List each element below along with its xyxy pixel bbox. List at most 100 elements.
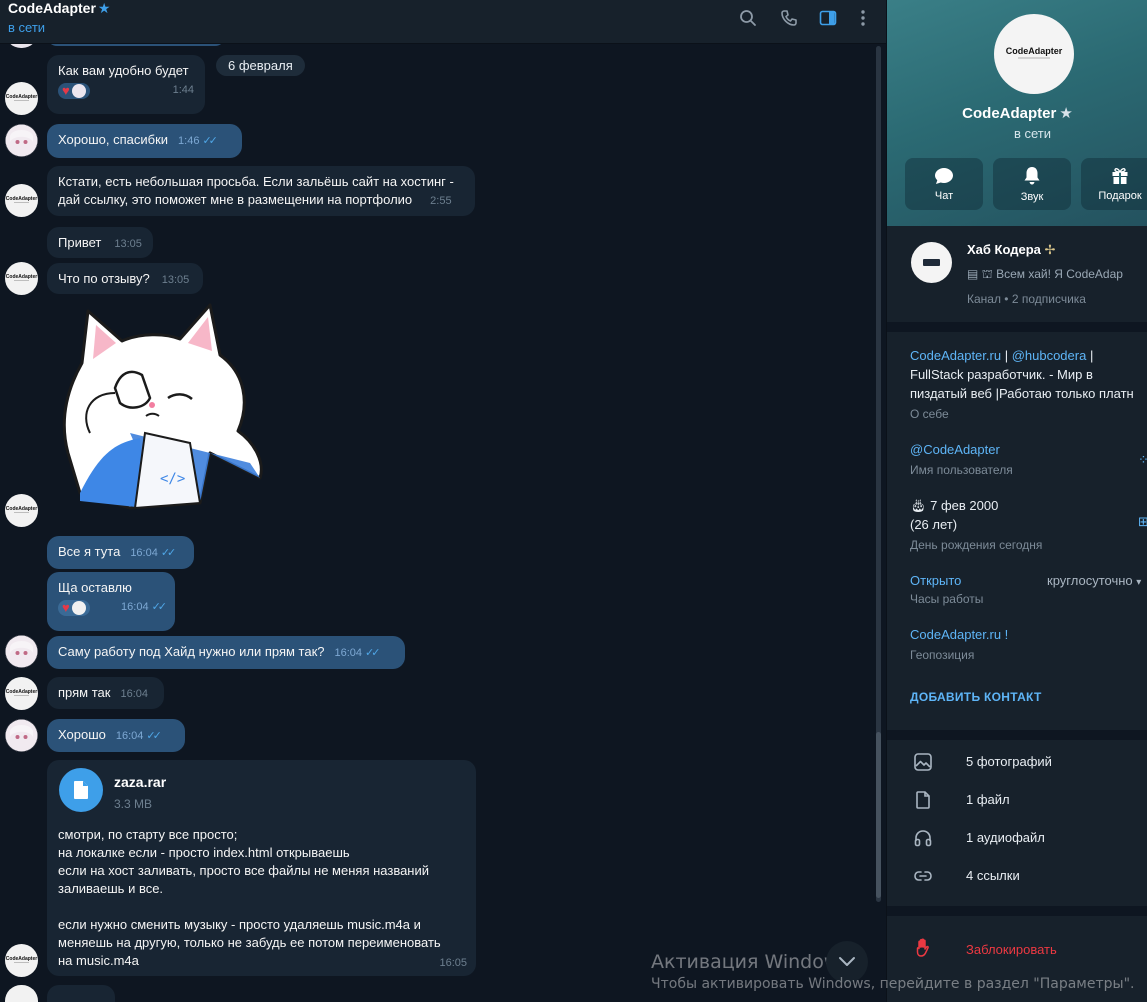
gift-button[interactable]: Подарок: [1081, 158, 1147, 210]
avatar[interactable]: CodeAdapter: [5, 494, 38, 527]
qr-code-icon[interactable]: ⁘: [1138, 452, 1147, 468]
avatar[interactable]: [5, 985, 38, 1002]
message-bubble[interactable]: Привет 13:05: [47, 227, 153, 258]
sidebar-toggle-icon[interactable]: [817, 7, 839, 29]
message-time: 16:04: [130, 547, 158, 559]
premium-star-icon: ★: [97, 0, 111, 16]
avatar[interactable]: CodeAdapter: [5, 677, 38, 710]
sticker-white-cat[interactable]: </>: [60, 303, 265, 518]
chat-button[interactable]: Чат: [905, 158, 983, 210]
message-text: прям так: [58, 685, 111, 700]
message-bubble[interactable]: Хорошо, спасибки 1:46 ✓✓: [47, 124, 242, 158]
phone-icon[interactable]: [778, 7, 800, 29]
message-bubble[interactable]: Ща оставлю ♥ 16:04 ✓✓: [47, 572, 175, 631]
avatar[interactable]: CodeAdapter: [5, 82, 38, 115]
media-files-label: 1 файл: [966, 792, 1010, 807]
message-bubble[interactable]: прям так 16:04: [47, 677, 164, 709]
avatar[interactable]: CodeAdapter: [5, 944, 38, 977]
avatar: [71, 601, 86, 615]
lock-icon: ⛫: [981, 267, 993, 281]
birthday-date: 7 фев 2000: [930, 498, 999, 513]
read-checkmarks-icon: ✓✓: [151, 601, 168, 613]
message-bubble[interactable]: Что по отзыву? 13:05: [47, 263, 203, 294]
block-user-button[interactable]: Заблокировать: [887, 930, 1147, 970]
about-line: пиздатый веб |Работаю только платн: [910, 386, 1134, 401]
media-photos-label: 5 фотографий: [966, 754, 1052, 769]
birthday-label: День рождения сегодня: [910, 538, 1043, 552]
sound-button[interactable]: Звук: [993, 158, 1071, 210]
about-link-channel[interactable]: @hubcodera: [1012, 348, 1087, 363]
chat-title[interactable]: CodeAdapter ★: [8, 0, 110, 16]
file-icon: [916, 791, 930, 809]
cake-icon: 🎂︎: [910, 498, 927, 513]
location-value[interactable]: CodeAdapter.ru !: [910, 625, 1008, 644]
message-text: смотри, по старту все просто; на локалке…: [58, 826, 441, 970]
message-time: 16:04: [120, 688, 148, 700]
about-text: CodeAdapter.ru | @hubcodera | FullStack …: [910, 346, 1134, 403]
location-label: Геопозиция: [910, 648, 975, 662]
reaction[interactable]: ♥: [58, 600, 90, 616]
about-link-site[interactable]: CodeAdapter.ru: [910, 348, 1001, 363]
more-vertical-icon[interactable]: [852, 7, 874, 29]
message-time: 1:44: [172, 83, 194, 96]
message-line: если нужно сменить музыку - просто удаля…: [58, 917, 421, 932]
media-photos-row[interactable]: 5 фотографий: [887, 744, 1147, 780]
message-text: Что по отзыву?: [58, 271, 150, 286]
read-checkmarks-icon: ✓✓: [146, 730, 162, 742]
message-bubble-partial: [47, 985, 115, 1002]
message-text: Хорошо, спасибки: [58, 132, 169, 147]
media-files-row[interactable]: 1 файл: [887, 782, 1147, 818]
avatar-label: CodeAdapter: [1006, 46, 1063, 56]
media-audio-row[interactable]: 1 аудиофайл: [887, 820, 1147, 856]
read-checkmarks-icon: ✓✓: [202, 135, 218, 147]
message-time: 13:05: [114, 238, 142, 250]
media-links-row[interactable]: 4 ссылки: [887, 858, 1147, 894]
message-time: 2:55: [430, 195, 452, 207]
hand-stop-icon: [916, 938, 929, 957]
message-line: меняешь на другую, только не забудь ее п…: [58, 935, 441, 950]
hours-status[interactable]: Открыто: [910, 571, 961, 590]
username-value[interactable]: @CodeAdapter: [910, 440, 1000, 459]
avatar-label: CodeAdapter: [6, 94, 37, 100]
profile-avatar[interactable]: CodeAdapter: [994, 14, 1074, 94]
search-icon[interactable]: [737, 7, 759, 29]
scrollbar-thumb[interactable]: [876, 732, 881, 898]
sound-button-label: Звук: [1020, 190, 1044, 203]
message-line: заливаешь и все.: [58, 881, 164, 896]
link-icon: [914, 871, 932, 881]
divider: [887, 730, 1147, 740]
message-bubble-file[interactable]: zaza.rar 3.3 MB смотри, по старту все пр…: [47, 760, 476, 976]
add-contact-button[interactable]: ДОБАВИТЬ КОНТАКТ: [910, 690, 1042, 704]
message-bubble[interactable]: Как вам удобно будет ♥ 1:44: [47, 55, 205, 114]
avatar[interactable]: [5, 719, 38, 752]
linked-channel[interactable]: Хаб Кодера ✢ ▤ ⛫ Всем хай! Я CodeAdap Ка…: [887, 226, 1147, 322]
file-name[interactable]: zaza.rar: [114, 773, 166, 791]
avatar: [71, 84, 86, 98]
about-line: FullStack разработчик. - Мир в: [910, 367, 1093, 382]
message-bubble[interactable]: Все я тута 16:04 ✓✓: [47, 536, 194, 569]
gift-icon[interactable]: ⊞: [1138, 514, 1147, 530]
chat-status: в сети: [8, 20, 46, 35]
avatar[interactable]: CodeAdapter: [5, 262, 38, 295]
avatar[interactable]: CodeAdapter: [5, 184, 38, 217]
channel-subscribers: Канал • 2 подписчика: [967, 292, 1086, 306]
file-icon: [74, 781, 88, 799]
profile-panel: CodeAdapter CodeAdapter ★ в сети Чат Звук…: [886, 0, 1147, 1002]
message-bubble[interactable]: Хорошо 16:04 ✓✓: [47, 719, 185, 752]
chevron-down-icon: ▾: [1136, 577, 1142, 588]
message-line: на локалке если - просто index.html откр…: [58, 845, 350, 860]
avatar[interactable]: [5, 124, 38, 157]
reaction[interactable]: ♥: [58, 83, 90, 99]
message-text: Все я тута: [58, 544, 121, 559]
premium-star-icon: ★: [1059, 105, 1073, 122]
message-text: Ща оставлю: [58, 580, 132, 595]
file-size: 3.3 MB: [114, 797, 153, 811]
profile-status: в сети: [1013, 126, 1052, 141]
gift-icon: [1112, 167, 1128, 184]
chat-title-text[interactable]: CodeAdapter: [8, 0, 96, 16]
file-download-button[interactable]: [59, 768, 103, 812]
message-bubble[interactable]: Кстати, есть небольшая просьба. Если зал…: [47, 166, 475, 216]
message-line: на music.m4a: [58, 953, 139, 968]
avatar[interactable]: [5, 635, 38, 668]
message-bubble[interactable]: Саму работу под Хайд нужно или прям так?…: [47, 636, 405, 669]
